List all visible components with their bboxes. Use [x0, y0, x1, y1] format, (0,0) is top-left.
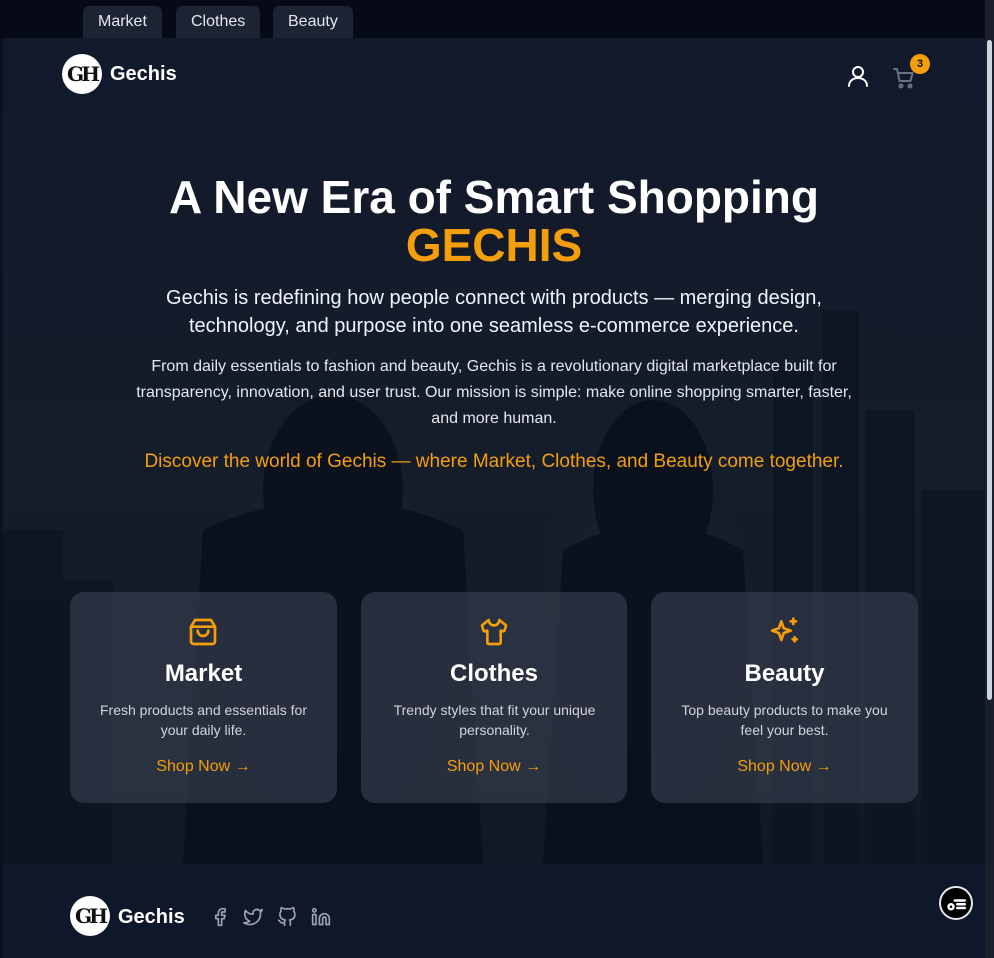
shop-now-link[interactable]: Shop Now → [651, 758, 918, 776]
tab-market[interactable]: Market [83, 6, 162, 38]
tab-beauty[interactable]: Beauty [273, 6, 353, 38]
card-description: Trendy styles that fit your unique perso… [393, 702, 596, 738]
card-description: Top beauty products to make you feel you… [681, 702, 888, 738]
shopping-bag-icon [189, 618, 217, 646]
site-footer: GH Gechis [3, 864, 985, 958]
hero-lead-text: Gechis is redefining how people connect … [166, 287, 822, 337]
cart-count-badge: 3 [910, 54, 930, 74]
linkedin-icon[interactable] [311, 907, 331, 927]
shop-now-link[interactable]: Shop Now → [361, 758, 627, 776]
menu-icon [947, 899, 966, 911]
card-title: Market [164, 660, 243, 687]
hero-section: A New Era of Smart Shopping GECHIS Gechi… [3, 110, 985, 864]
tab-clothes[interactable]: Clothes [176, 6, 261, 38]
page-frame: GH Gechis 3 A New Era of Smart Shopping … [3, 38, 985, 958]
shirt-icon [480, 618, 508, 646]
hero-title: A New Era of Smart Shopping [168, 171, 820, 223]
footer-logo-icon[interactable]: GH [70, 896, 110, 936]
category-card-beauty[interactable]: Beauty Top beauty products to make you f… [651, 592, 918, 803]
site-header: GH Gechis 3 [3, 38, 985, 110]
hero-tagline: Discover the world of Gechis — where Mar… [144, 451, 844, 472]
card-title: Beauty [744, 660, 825, 687]
github-icon[interactable] [277, 907, 297, 927]
category-card-market[interactable]: Market Fresh products and essentials for… [70, 592, 337, 803]
user-icon[interactable] [846, 64, 870, 88]
sparkles-icon [770, 617, 798, 643]
facebook-icon[interactable] [210, 907, 230, 927]
top-tab-bar: Market Clothes Beauty [0, 0, 994, 38]
logo-icon[interactable]: GH [62, 54, 102, 94]
card-description: Fresh products and essentials for your d… [100, 702, 307, 738]
page-scrollbar[interactable] [985, 0, 994, 958]
card-title: Clothes [449, 660, 538, 687]
shop-now-link[interactable]: Shop Now → [70, 758, 337, 776]
footer-brand-name[interactable]: Gechis [118, 906, 185, 929]
scrollbar-thumb[interactable] [987, 40, 992, 700]
floating-menu-button[interactable] [939, 886, 973, 920]
brand-name[interactable]: Gechis [110, 63, 177, 86]
hero-brand: GECHIS [405, 219, 583, 271]
category-card-clothes[interactable]: Clothes Trendy styles that fit your uniq… [361, 592, 627, 803]
twitter-icon[interactable] [243, 907, 263, 927]
hero-body-text: From daily essentials to fashion and bea… [136, 358, 852, 427]
